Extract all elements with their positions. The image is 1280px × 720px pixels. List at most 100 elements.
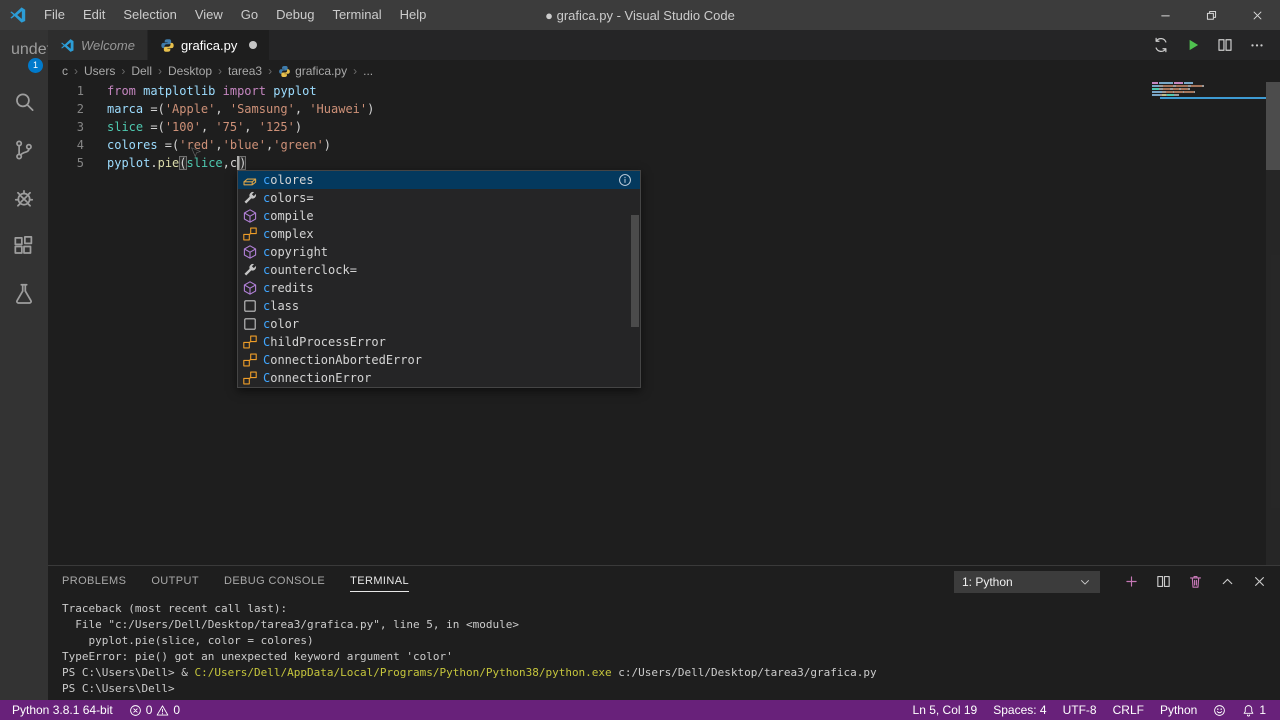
code-line: 2 marca =('Apple', 'Samsung', 'Huawei'): [48, 100, 1280, 118]
breadcrumb-item[interactable]: grafica.py: [278, 64, 347, 78]
suggest-item-colores[interactable]: c olores: [238, 171, 640, 189]
breadcrumb[interactable]: c › Users › Dell › Desktop › tarea3 › grafica.py ›.…: [48, 60, 1280, 82]
suggest-item-compile[interactable]: c ompile: [238, 207, 640, 225]
suggest-item-colors-[interactable]: c olors=: [238, 189, 640, 207]
activitybar-item-extensions[interactable]: [0, 222, 48, 270]
activitybar-item-testing[interactable]: [0, 270, 48, 318]
minimap-token: [1175, 85, 1189, 87]
status-feedback[interactable]: [1205, 700, 1234, 720]
suggest-scrollbar[interactable]: [631, 215, 639, 327]
suggest-item-counterclock-[interactable]: c ounterclock=: [238, 261, 640, 279]
menu-go[interactable]: Go: [232, 0, 267, 30]
editor-scrollbar[interactable]: [1266, 82, 1280, 565]
terminal-output[interactable]: Traceback (most recent call last): File …: [48, 597, 1280, 697]
info-icon[interactable]: [618, 173, 632, 187]
panel-tab-problems[interactable]: PROBLEMS: [62, 566, 126, 597]
terminal-text: TypeError: pie() got an unexpected keywo…: [62, 650, 453, 663]
split-editor-button[interactable]: [1216, 36, 1234, 54]
scrollbar-thumb[interactable]: [1266, 82, 1280, 170]
suggest-item-ConnectionAbortedError[interactable]: ConnectionAbortedError: [238, 351, 640, 369]
line-number: 4: [76, 138, 84, 152]
minimap-token: [1177, 94, 1179, 96]
code-lines: 1 from matplotlib import pyplot 2 marca =('…: [48, 82, 1280, 172]
terminal-line: PS C:\Users\Dell>: [62, 681, 1280, 697]
restore-button[interactable]: [1188, 0, 1234, 30]
status-indentation[interactable]: Spaces: 4: [985, 700, 1054, 720]
panel-tab-output[interactable]: OUTPUT: [151, 566, 199, 597]
dirty-indicator[interactable]: [249, 41, 258, 49]
open-changes-button[interactable]: [1152, 36, 1170, 54]
python-icon: [278, 65, 291, 78]
breadcrumb-label: Dell: [131, 64, 153, 78]
activitybar-item-source-control[interactable]: [0, 126, 48, 174]
code-token: ,: [215, 102, 230, 116]
code-token: ): [239, 156, 247, 170]
menu-bar: File Edit Selection View Go Debug Terminal Help: [35, 0, 435, 30]
status-notifications[interactable]: 1: [1234, 700, 1274, 720]
breadcrumb-item[interactable]: tarea3: [228, 64, 262, 78]
run-python-file-button[interactable]: [1184, 36, 1202, 54]
code-token: '125': [258, 120, 295, 134]
line-number: 3: [76, 120, 84, 134]
warning-icon: [156, 704, 169, 717]
kill-terminal-button[interactable]: [1187, 573, 1204, 590]
suggest-item-copyright[interactable]: c opyright: [238, 243, 640, 261]
more-actions-button[interactable]: [1248, 36, 1266, 54]
title-bar: File Edit Selection View Go Debug Terminal Help…: [0, 0, 1280, 30]
breadcrumb-label: Desktop: [168, 64, 213, 78]
menu-terminal[interactable]: Terminal: [323, 0, 390, 30]
menu-selection[interactable]: Selection: [114, 0, 185, 30]
bell-icon: [1242, 704, 1255, 717]
suggest-label: omplex: [270, 227, 314, 241]
panel-tab-debug-console[interactable]: DEBUG CONSOLE: [224, 566, 325, 597]
breadcrumb-item[interactable]: Users: [84, 64, 115, 78]
menu-file[interactable]: File: [35, 0, 74, 30]
testing-icon: [11, 281, 37, 307]
code-token: ,: [244, 120, 259, 134]
activitybar-item-explorer[interactable]: undefined 1: [0, 30, 81, 78]
tab-welcome[interactable]: Welcome: [48, 30, 148, 60]
terminal-picker-dropdown[interactable]: 1: Python: [954, 570, 1100, 593]
menu-view[interactable]: View: [186, 0, 232, 30]
suggest-item-ChildProcessError[interactable]: ChildProcessError: [238, 333, 640, 351]
suggest-item-color[interactable]: c olor: [238, 315, 640, 333]
breadcrumb-item[interactable]: ...: [363, 64, 373, 78]
breadcrumb-label: ...: [363, 64, 374, 78]
breadcrumb-item[interactable]: Dell: [131, 64, 152, 78]
code-editor[interactable]: 1 from matplotlib import pyplot 2 marca =('…: [48, 82, 1280, 565]
status-eol[interactable]: CRLF: [1105, 700, 1152, 720]
suggest-match: c: [263, 227, 271, 241]
breadcrumb-item[interactable]: c: [62, 64, 68, 78]
activitybar-item-search[interactable]: [0, 78, 48, 126]
status-language-mode[interactable]: Python: [1152, 700, 1205, 720]
panel-tab-terminal[interactable]: TERMINAL: [350, 566, 409, 597]
code-token: =(: [157, 138, 180, 152]
code-token: matplotlib: [143, 84, 216, 98]
suggest-item-credits[interactable]: c redits: [238, 279, 640, 297]
python-version-status[interactable]: Python 3.8.1 64-bit: [4, 700, 121, 720]
split-terminal-button[interactable]: [1155, 573, 1172, 590]
suggest-item-class[interactable]: c lass: [238, 297, 640, 315]
problems-status[interactable]: 0 0: [121, 700, 188, 720]
close-button[interactable]: [1234, 0, 1280, 30]
new-terminal-button[interactable]: [1123, 573, 1140, 590]
menu-edit[interactable]: Edit: [74, 0, 114, 30]
menu-debug[interactable]: Debug: [267, 0, 323, 30]
terminal-text: C:/Users/Dell/AppData/Local/Programs/Pyt…: [194, 666, 612, 679]
status-encoding[interactable]: UTF-8: [1055, 700, 1105, 720]
tab-grafica-py[interactable]: grafica.py: [147, 30, 271, 60]
vscode-icon: [60, 38, 75, 53]
menu-help[interactable]: Help: [391, 0, 436, 30]
error-icon: [129, 704, 142, 717]
minimize-button[interactable]: [1142, 0, 1188, 30]
code-token: colores: [107, 138, 158, 152]
status-cursor-position[interactable]: Ln 5, Col 19: [905, 700, 986, 720]
breadcrumb-item[interactable]: Desktop: [168, 64, 212, 78]
maximize-panel-button[interactable]: [1219, 573, 1236, 590]
suggest-item-complex[interactable]: c omplex: [238, 225, 640, 243]
terminal-text: File "c:/Users/Dell/Desktop/tarea3/grafi…: [62, 618, 519, 631]
close-panel-button[interactable]: [1251, 573, 1268, 590]
activitybar-item-run-and-debug[interactable]: [0, 174, 48, 222]
method-icon: [242, 244, 258, 260]
suggest-item-ConnectionError[interactable]: ConnectionError: [238, 369, 640, 387]
